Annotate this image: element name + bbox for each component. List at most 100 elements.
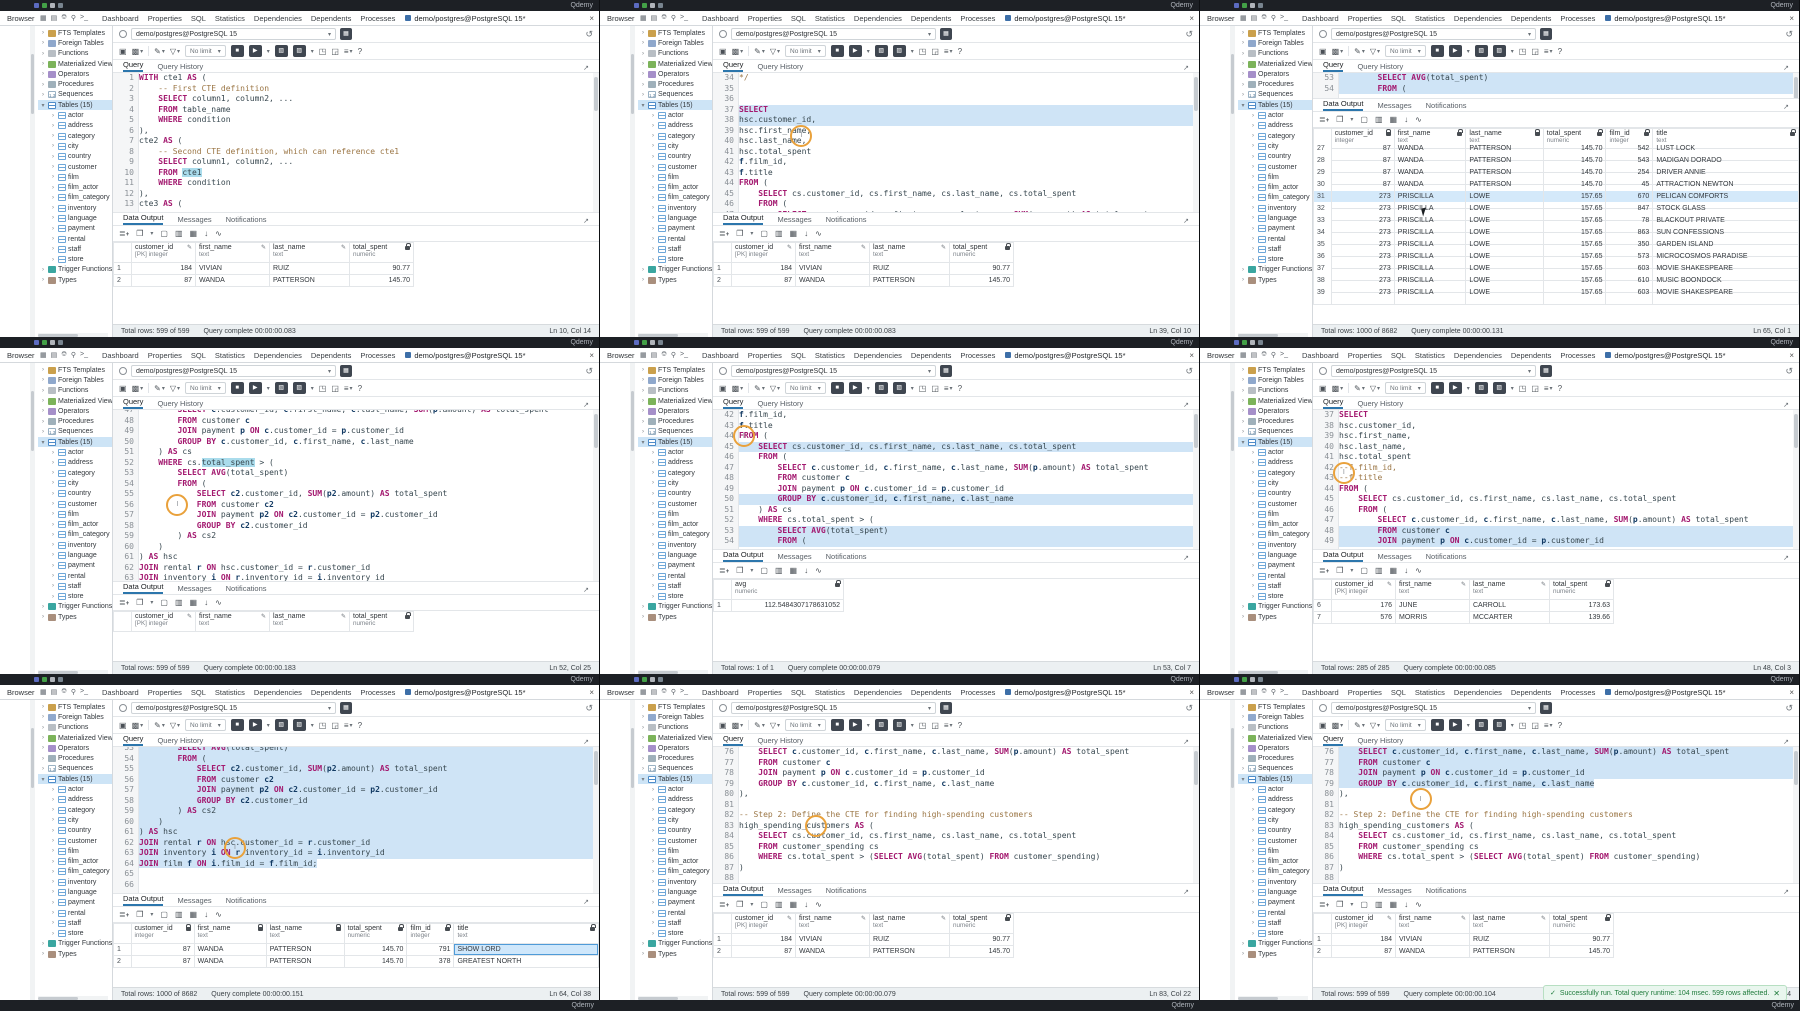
edit-options-button[interactable]: ≡▾ [1544,721,1553,730]
chevron-right-icon[interactable]: › [40,30,46,36]
add-row-icon[interactable]: ≣+ [719,229,729,238]
download-icon[interactable]: ↓ [204,910,208,919]
download-icon[interactable]: ↓ [804,229,808,238]
cell-first_name[interactable]: WANDA [194,944,266,956]
tree-item-procedures[interactable]: ›Procedures [638,416,712,426]
chevron-right-icon[interactable]: › [50,797,56,803]
cell-total_spent[interactable]: 139.66 [1550,612,1614,624]
new-connection-button[interactable]: ▦ [340,365,352,377]
open-file-button[interactable]: ▣ [719,721,727,730]
tree-item-operators[interactable]: ›Operators [1238,743,1312,753]
cell-last_name[interactable]: LOWE [1466,263,1543,275]
cell-film_id[interactable]: 863 [1606,227,1653,239]
menu-item-dependencies[interactable]: Dependencies [1454,351,1502,360]
menu-item-dashboard[interactable]: Dashboard [702,688,739,697]
code-area[interactable]: WITH cte1 AS ( -- First CTE definition S… [139,73,599,212]
connection-select[interactable]: demo/postgres@PostgreSQL 15 ▾ [731,365,936,377]
tree-item-types[interactable]: ›Types [638,612,712,622]
filter-button[interactable]: ▽▾ [170,721,180,730]
tree-item-functions[interactable]: ›Functions [38,723,112,733]
cell-total_spent[interactable]: 157.65 [1543,227,1606,239]
download-icon[interactable]: ↓ [804,566,808,575]
chart-icon[interactable]: ∿ [1415,900,1422,909]
table-grid-icon[interactable]: ▤ [651,14,658,22]
cell-title[interactable]: GREATEST NORTH [454,956,599,968]
cell-total_spent[interactable]: 90.77 [950,263,1014,275]
chevron-right-icon[interactable]: › [1240,367,1246,373]
save-data-icon[interactable]: ▦ [1390,115,1398,124]
cancel-query-button[interactable]: ■ [831,382,844,394]
tree-item-city[interactable]: ›city [1238,815,1312,825]
editor-scrollbar[interactable] [1193,747,1199,883]
cell-film_id[interactable]: 573 [1606,251,1653,263]
cell-title[interactable]: ATTRACTION NEWTON [1653,179,1799,191]
expand-icon[interactable]: ↗ [1783,401,1789,409]
new-connection-button[interactable]: ▦ [1540,702,1552,714]
cancel-query-button[interactable]: ■ [831,45,844,57]
code-area[interactable]: SELECT c.customer_id, c.first_name, c.la… [1339,747,1799,883]
tab-data-output[interactable]: Data Output [123,213,163,225]
chevron-right-icon[interactable]: › [640,51,646,57]
edit-button[interactable]: ✎▾ [154,721,165,730]
tab-notifications[interactable]: Notifications [826,215,867,225]
save-file-button[interactable]: ▩▾ [1332,384,1344,393]
cell-film_id[interactable]: 542 [1606,143,1653,155]
object-toolbar[interactable]: ▦ ▤ ⎊ ⚲ >_ [640,14,702,22]
tab-query[interactable]: Query [1323,734,1343,746]
edit-options-button[interactable]: ≡▾ [944,384,953,393]
cancel-query-button[interactable]: ■ [231,45,244,57]
table-row[interactable]: 3087WANDAPATTERSON145.7045ATTRACTION NEW… [1314,179,1799,191]
query-tool-tab[interactable]: demo/postgres@PostgreSQL 15* [1005,14,1125,23]
tree-item-operators[interactable]: ›Operators [638,406,712,416]
cell-first_name[interactable]: WANDA [1394,167,1466,179]
cell-first_name[interactable]: MORRIS [1396,612,1470,624]
tree-item-sequences[interactable]: ›1.3Sequences [38,90,112,100]
save-file-button[interactable]: ▩▾ [732,721,744,730]
table-row[interactable]: 6176JUNECARROLL173.63 [1314,600,1614,612]
macro-button[interactable]: ◳ [1519,384,1527,393]
filter-button[interactable]: ▽▾ [170,47,180,56]
tree-item-rental[interactable]: ›rental [638,908,712,918]
tree-item-rental[interactable]: ›rental [1238,234,1312,244]
column-header-total_spent[interactable]: total_spentnumeric [350,612,414,632]
cell-first_name[interactable]: WANDA [196,275,270,287]
chevron-right-icon[interactable]: › [1250,470,1256,476]
help-button[interactable]: ? [358,384,362,393]
tree-item-rental[interactable]: ›rental [638,234,712,244]
cell-film_id[interactable]: 78 [1606,215,1653,227]
chevron-right-icon[interactable]: › [1240,51,1246,57]
rollback-button[interactable]: ▨ [293,382,306,394]
help-button[interactable]: ? [358,721,362,730]
cell-total_spent[interactable]: 157.65 [1543,191,1606,203]
tab-notifications[interactable]: Notifications [826,886,867,896]
cell-customer_id[interactable]: 87 [1331,155,1394,167]
tree-item-address[interactable]: ›address [1238,795,1312,805]
filter-button[interactable]: ▽▾ [770,384,780,393]
chevron-right-icon[interactable]: › [650,869,656,875]
edit-button[interactable]: ✎▾ [754,721,765,730]
column-header-customer_id[interactable]: customer_id✎[PK] integer [132,612,196,632]
chevron-right-icon[interactable]: › [650,185,656,191]
editor-scrollbar[interactable] [1193,410,1199,549]
chevron-right-icon[interactable]: › [1250,869,1256,875]
tree-item-film-category[interactable]: ›film_category [38,867,112,877]
tree-item-film-category[interactable]: ›film_category [638,193,712,203]
sql-editor[interactable]: 5354 SELECT AVG(total_spent) FROM ( [1313,73,1799,99]
macro-button[interactable]: ◳ [919,384,927,393]
tree-item-functions[interactable]: ›Functions [638,386,712,396]
dependency-tree-icon[interactable]: ⎊ [661,351,667,359]
chevron-right-icon[interactable]: › [50,470,56,476]
tree-item-category[interactable]: ›category [638,805,712,815]
code-area[interactable]: f.film_id,f.titleFROM ( SELECT cs.custom… [739,410,1199,549]
open-file-button[interactable]: ▣ [1319,47,1327,56]
chevron-right-icon[interactable]: › [640,745,646,751]
expand-icon[interactable]: ↗ [1183,554,1189,562]
tree-item-trigger-functions[interactable]: ›Trigger Functions [38,265,112,275]
refresh-icon[interactable]: ↺ [1185,29,1193,40]
menu-item-dependencies[interactable]: Dependencies [254,351,302,360]
column-header-first_name[interactable]: first_name✎text [1396,580,1470,600]
tab-messages[interactable]: Messages [777,552,811,562]
table-row[interactable]: 1184VIVIANRUIZ90.77 [714,263,1014,275]
table-row[interactable]: 33273PRISCILLALOWE157.6578BLACKOUT PRIVA… [1314,215,1799,227]
cell-first_name[interactable]: PRISCILLA [1394,215,1466,227]
